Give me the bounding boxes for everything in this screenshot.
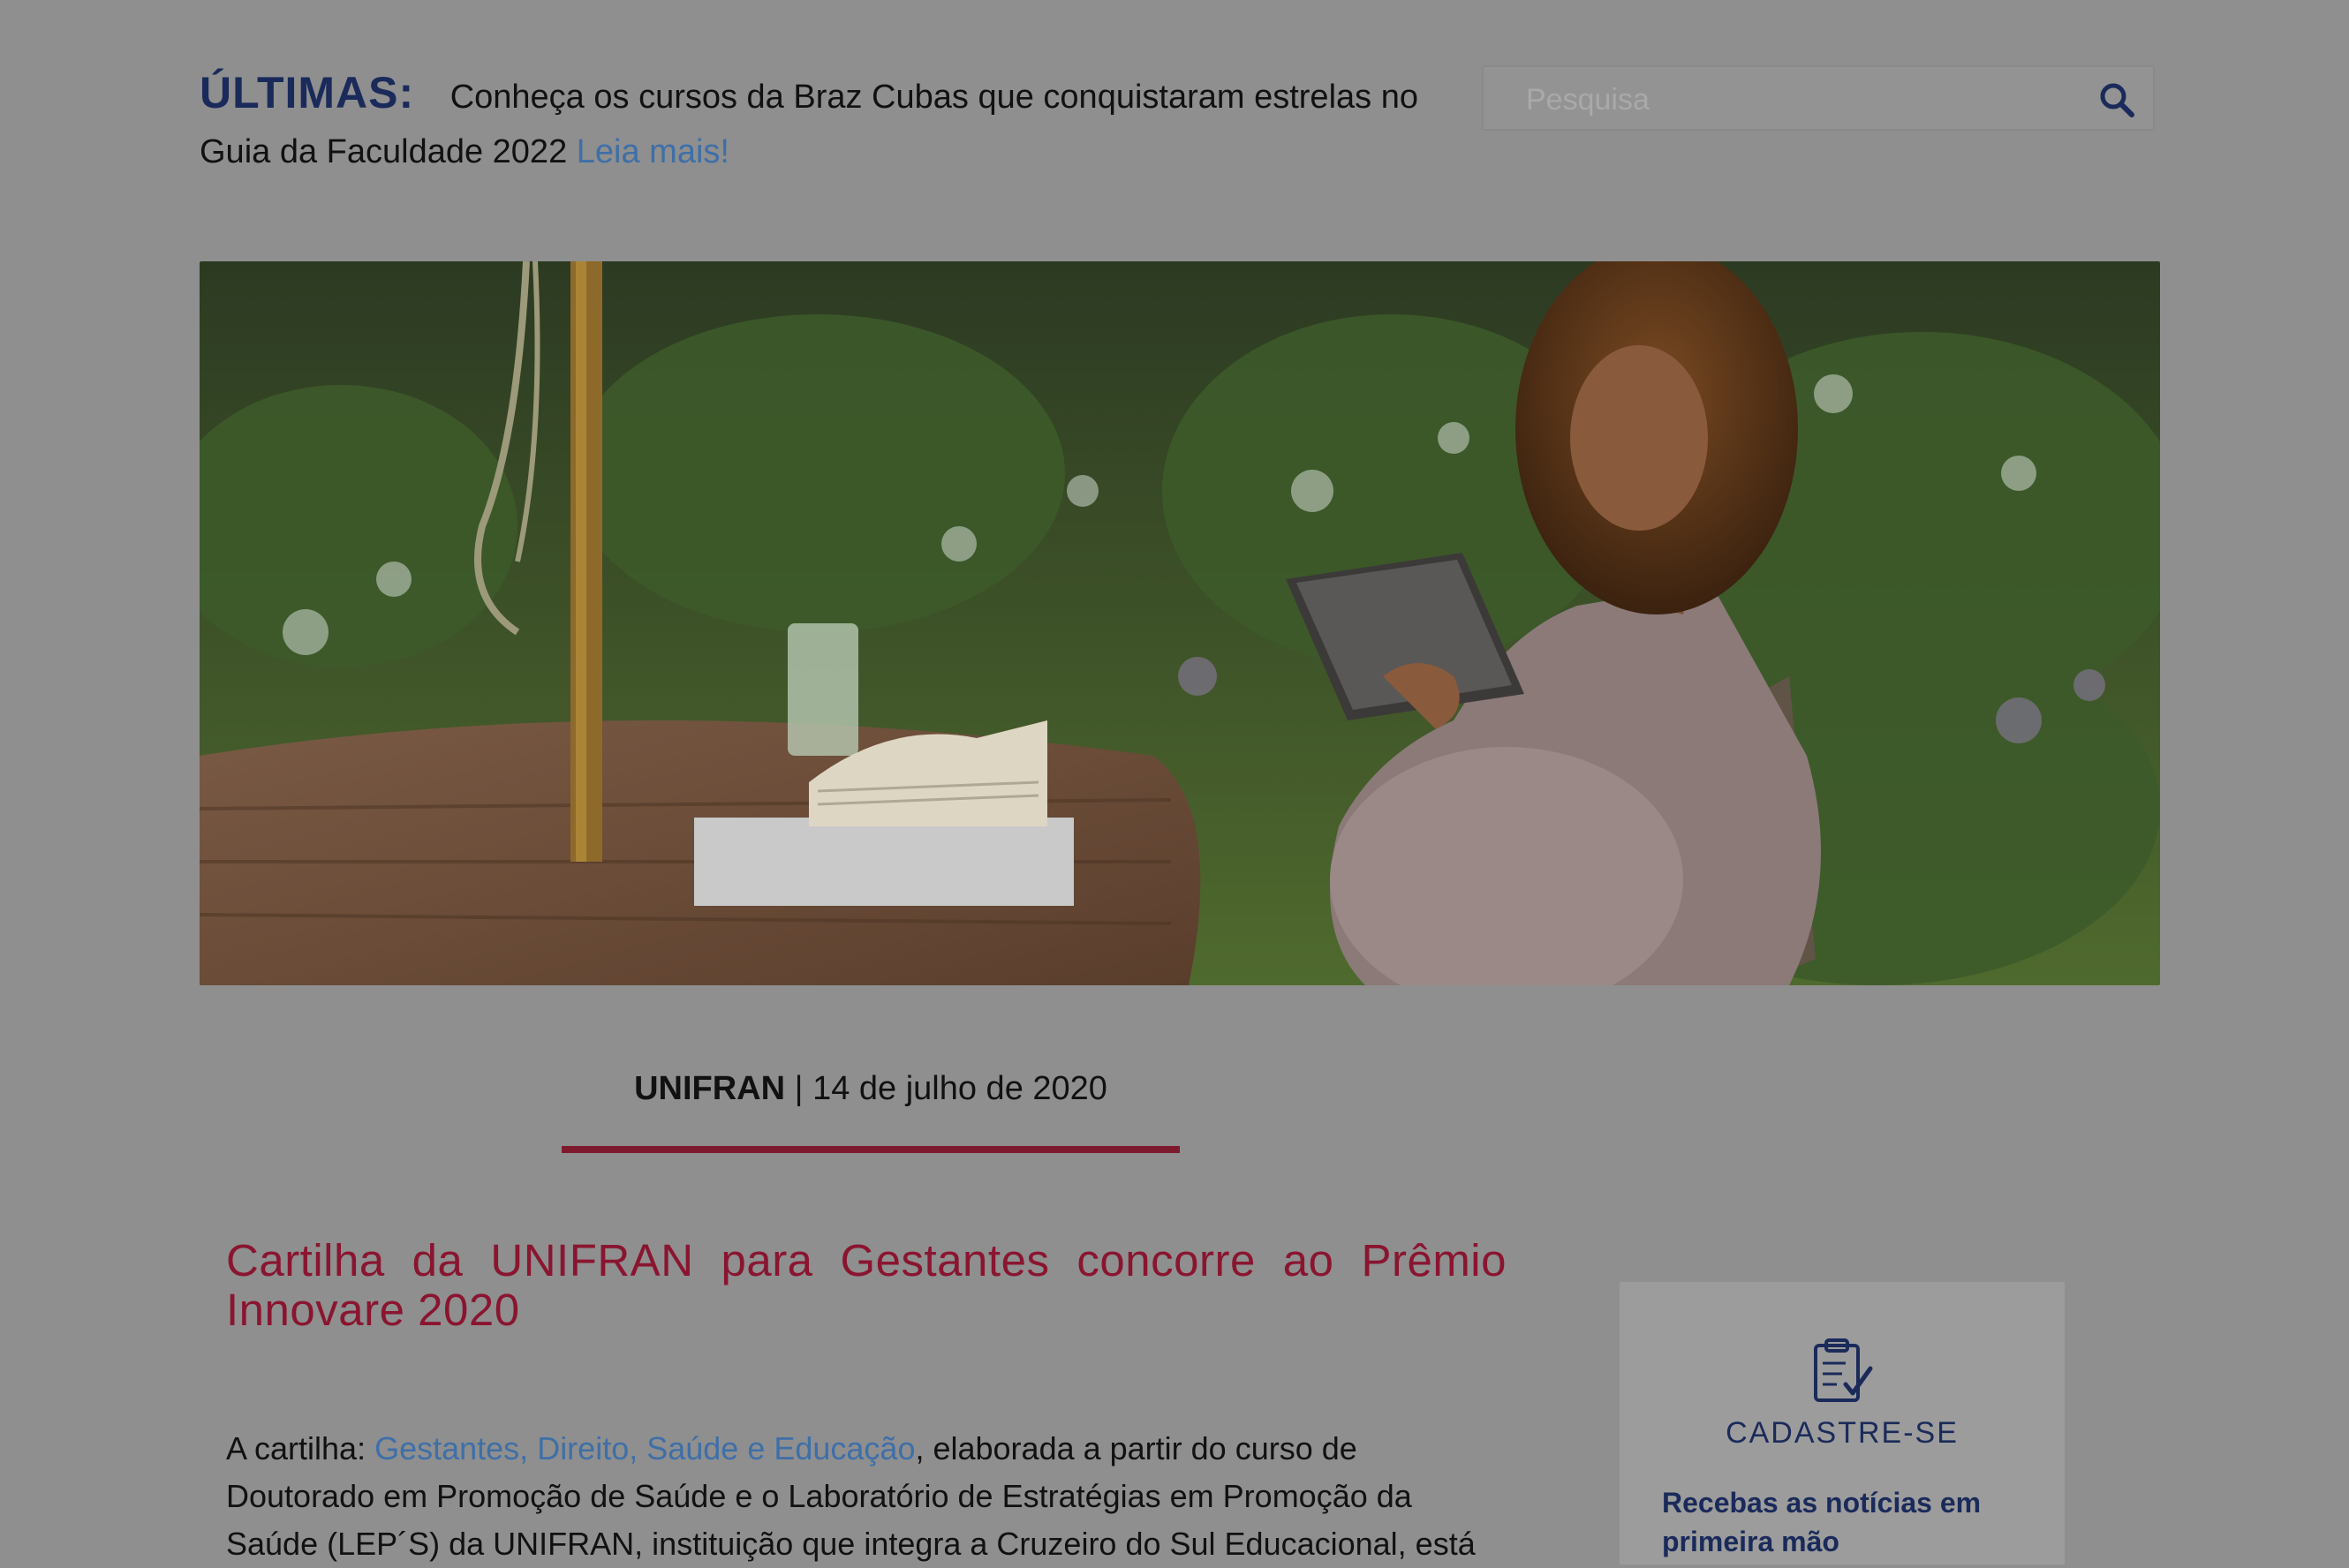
subscribe-heading[interactable]: CADASTRE-SE [1620,1416,2065,1451]
article-meta: UNIFRAN | 14 de julho de 2020 [562,1070,1180,1108]
subscribe-description: Recebas as notícias em primeira mão [1662,1487,1982,1557]
article-org: UNIFRAN [634,1070,786,1107]
meta-divider [562,1146,1180,1153]
latest-news-ticker: ÚLTIMAS: Conheça os cursos da Braz Cubas… [200,65,1462,179]
ticker-read-more-link[interactable]: Leia mais! [577,133,729,170]
clipboard-check-icon [1814,1338,1873,1402]
cartilha-link[interactable]: Gestantes, Direito, Saúde e Educação [374,1430,915,1466]
article-date: 14 de julho de 2020 [812,1070,1107,1107]
hero-image [200,261,2160,985]
search-input[interactable] [1524,78,2075,122]
search-icon[interactable] [2098,81,2135,118]
hero-photo [200,261,2160,985]
article-title: Cartilha da UNIFRAN para Gestantes conco… [226,1235,1507,1335]
ticker-label: ÚLTIMAS: [200,68,415,117]
search-box [1482,65,2155,131]
subscribe-card[interactable]: CADASTRE-SE Recebas as notícias em prime… [1620,1282,2065,1564]
article-body: A cartilha: Gestantes, Direito, Saúde e … [226,1425,1480,1568]
body-prefix: A cartilha: [226,1430,375,1466]
meta-separator: | [785,1070,813,1107]
